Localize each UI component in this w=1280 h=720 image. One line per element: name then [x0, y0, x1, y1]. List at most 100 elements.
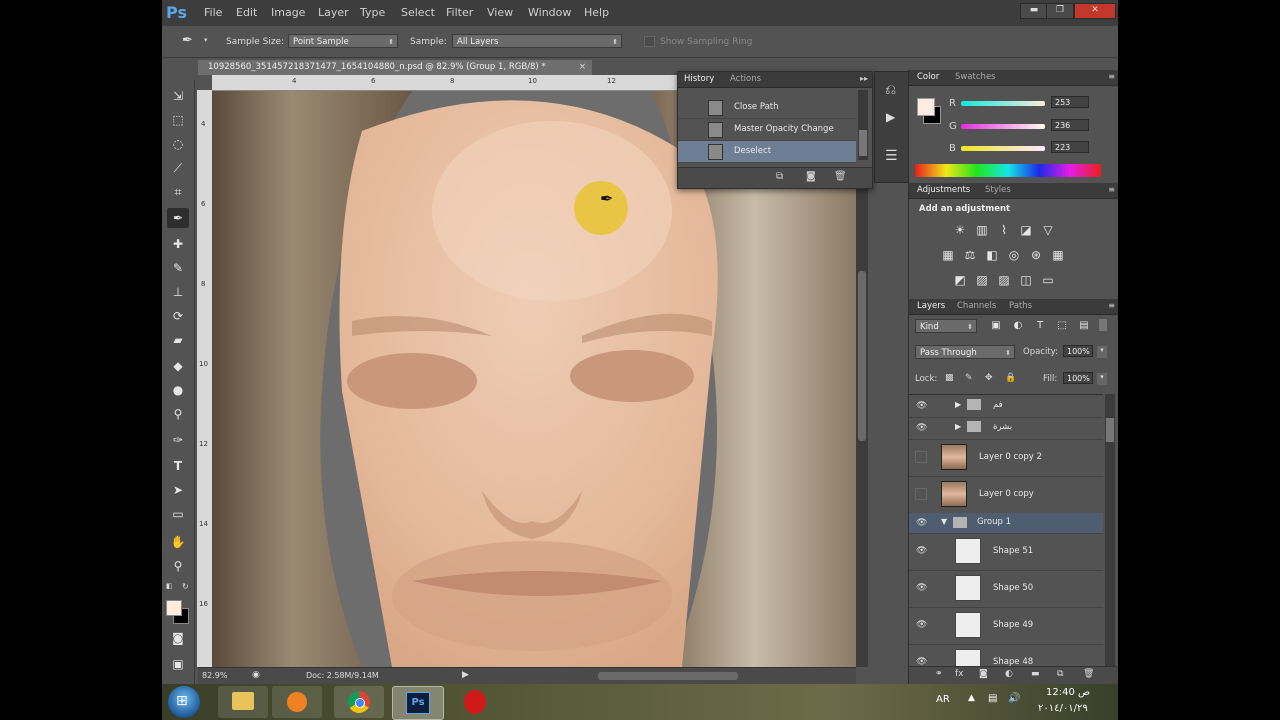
layer-row[interactable]: Layer 0 copy [909, 476, 1103, 514]
sample-size-select[interactable]: Point Sample ⬍ [288, 34, 398, 48]
filter-toggle[interactable] [1099, 319, 1107, 331]
chevron-down-icon[interactable]: ▾ [204, 36, 208, 44]
screen-mode-icon[interactable]: ▣ [167, 654, 189, 674]
status-info-icon[interactable]: ◉ [252, 670, 260, 680]
add-mask-icon[interactable]: ◙ [979, 669, 988, 679]
blur-tool-icon[interactable]: ● [167, 380, 189, 400]
red-slider[interactable] [961, 101, 1045, 106]
menu-file[interactable]: File [204, 6, 222, 19]
selective-color-icon[interactable]: ◫ [1019, 273, 1033, 287]
history-scrollbar[interactable] [858, 90, 868, 160]
start-button[interactable]: ⊞ [168, 686, 200, 718]
paint-bucket-tool-icon[interactable]: ◆ [167, 356, 189, 376]
layer-row[interactable]: 👁 ▶ بشرة [909, 417, 1103, 440]
trash-icon[interactable]: 🗑 [834, 171, 847, 182]
eyedropper-tool-icon[interactable]: ✒ [167, 208, 189, 228]
layer-row[interactable]: 👁 Shape 51 [909, 533, 1103, 571]
opacity-dropdown-icon[interactable]: ▾ [1097, 346, 1107, 358]
scrollbar-thumb[interactable] [859, 130, 867, 156]
expand-arrow-icon[interactable]: ▶ [955, 422, 961, 431]
filter-adjustment-icon[interactable]: ◐ [1011, 319, 1025, 333]
new-document-from-state-icon[interactable]: ⧉ [776, 171, 783, 182]
fill-value[interactable]: 100% [1063, 372, 1093, 384]
taskbar-record[interactable] [450, 686, 500, 718]
sample-select[interactable]: All Layers ⬍ [452, 34, 622, 48]
gradient-map-icon[interactable]: ▭ [1041, 273, 1055, 287]
taskbar-photoshop[interactable]: Ps [392, 686, 444, 720]
language-indicator[interactable]: AR [936, 694, 950, 705]
tab-adjustments[interactable]: Adjustments [917, 185, 970, 195]
green-value[interactable]: 236 [1051, 119, 1089, 131]
history-brush-tool-icon[interactable]: ⟳ [167, 306, 189, 326]
type-tool-icon[interactable]: T [167, 456, 189, 476]
blend-mode-select[interactable]: Pass Through ⬍ [915, 345, 1015, 359]
eye-icon[interactable]: 👁 [916, 423, 927, 433]
new-adjustment-icon[interactable]: ◐ [1005, 669, 1013, 679]
foreground-color-swatch[interactable] [166, 600, 182, 616]
quick-mask-icon[interactable]: ◙ [167, 628, 189, 648]
horizontal-scrollbar-thumb[interactable] [598, 672, 738, 680]
menu-image[interactable]: Image [271, 6, 305, 19]
path-select-tool-icon[interactable]: ➤ [167, 480, 189, 500]
history-item-selected[interactable]: Deselect [678, 141, 856, 163]
fill-dropdown-icon[interactable]: ▾ [1097, 373, 1107, 385]
layer-style-icon[interactable]: fx [955, 669, 964, 679]
hand-tool-icon[interactable]: ✋ [167, 532, 189, 552]
close-button[interactable]: ✕ [1074, 3, 1116, 19]
properties-panel-icon[interactable]: ☰ [885, 148, 898, 164]
tray-expand-icon[interactable]: ▲ [968, 693, 975, 703]
volume-icon[interactable]: 🔊 [1008, 693, 1020, 704]
tab-layers[interactable]: Layers [917, 301, 945, 311]
sampling-ring-checkbox[interactable] [644, 36, 655, 47]
default-colors-icon[interactable]: ◧ [166, 582, 173, 590]
foreground-color-swatch[interactable] [917, 98, 935, 116]
color-lookup-icon[interactable]: ▦ [1051, 248, 1065, 262]
zoom-tool-icon[interactable]: ⚲ [167, 556, 189, 576]
tab-styles[interactable]: Styles [985, 185, 1011, 195]
layer-row[interactable]: 👁 ▶ فم [909, 395, 1103, 418]
clock-date[interactable]: ٢٠١٤/٠١/٢٩ [1038, 703, 1088, 714]
exposure-icon[interactable]: ◪ [1019, 223, 1033, 237]
menu-select[interactable]: Select [401, 6, 435, 19]
channel-mixer-icon[interactable]: ⊛ [1029, 248, 1043, 262]
healing-brush-tool-icon[interactable]: ✚ [167, 234, 189, 254]
zoom-level[interactable]: 82.9% [202, 671, 227, 680]
filter-smart-object-icon[interactable]: ▤ [1077, 319, 1091, 333]
color-balance-icon[interactable]: ⚖ [963, 248, 977, 262]
red-value[interactable]: 253 [1051, 96, 1089, 108]
eye-icon[interactable]: 👁 [916, 546, 927, 556]
scrollbar-thumb[interactable] [858, 271, 866, 441]
clock-time[interactable]: 12:40 ص [1046, 687, 1090, 698]
minimize-button[interactable]: ▬ [1020, 3, 1048, 19]
blue-value[interactable]: 223 [1051, 141, 1089, 153]
close-document-icon[interactable]: × [579, 60, 586, 75]
green-slider[interactable] [961, 124, 1045, 129]
status-menu-arrow-icon[interactable]: ▶ [462, 670, 469, 680]
brush-tool-icon[interactable]: ✎ [167, 258, 189, 278]
visibility-toggle-off[interactable] [915, 451, 927, 463]
rectangle-tool-icon[interactable]: ▭ [167, 504, 189, 524]
layer-row[interactable]: Layer 0 copy 2 [909, 439, 1103, 477]
tab-color[interactable]: Color [917, 72, 939, 82]
snapshot-icon[interactable]: ◙ [806, 171, 816, 182]
levels-icon[interactable]: ▥ [975, 223, 989, 237]
lock-transparent-icon[interactable]: ▩ [945, 373, 954, 383]
invert-icon[interactable]: ◩ [953, 273, 967, 287]
actions-panel-icon[interactable]: ▶ [886, 110, 895, 124]
taskbar-media-player[interactable] [272, 686, 322, 718]
panel-menu-icon[interactable]: ≡ [1108, 72, 1115, 81]
eraser-tool-icon[interactable]: ▰ [167, 330, 189, 350]
lasso-tool-icon[interactable]: ◌ [167, 134, 189, 154]
vibrance-icon[interactable]: ▽ [1041, 223, 1055, 237]
lock-image-icon[interactable]: ✎ [965, 373, 973, 383]
layer-filter-kind-select[interactable]: Kind ⬍ [915, 319, 977, 333]
color-spectrum[interactable] [915, 164, 1101, 177]
posterize-icon[interactable]: ▨ [975, 273, 989, 287]
network-icon[interactable]: ▤ [988, 693, 997, 704]
new-layer-icon[interactable]: ⧉ [1057, 669, 1063, 679]
eye-icon[interactable]: 👁 [916, 401, 927, 411]
quick-select-tool-icon[interactable]: ⟋ [167, 158, 189, 178]
history-item[interactable]: Master Opacity Change [678, 119, 856, 141]
layer-row[interactable]: 👁 Shape 49 [909, 607, 1103, 645]
visibility-toggle-off[interactable] [915, 488, 927, 500]
